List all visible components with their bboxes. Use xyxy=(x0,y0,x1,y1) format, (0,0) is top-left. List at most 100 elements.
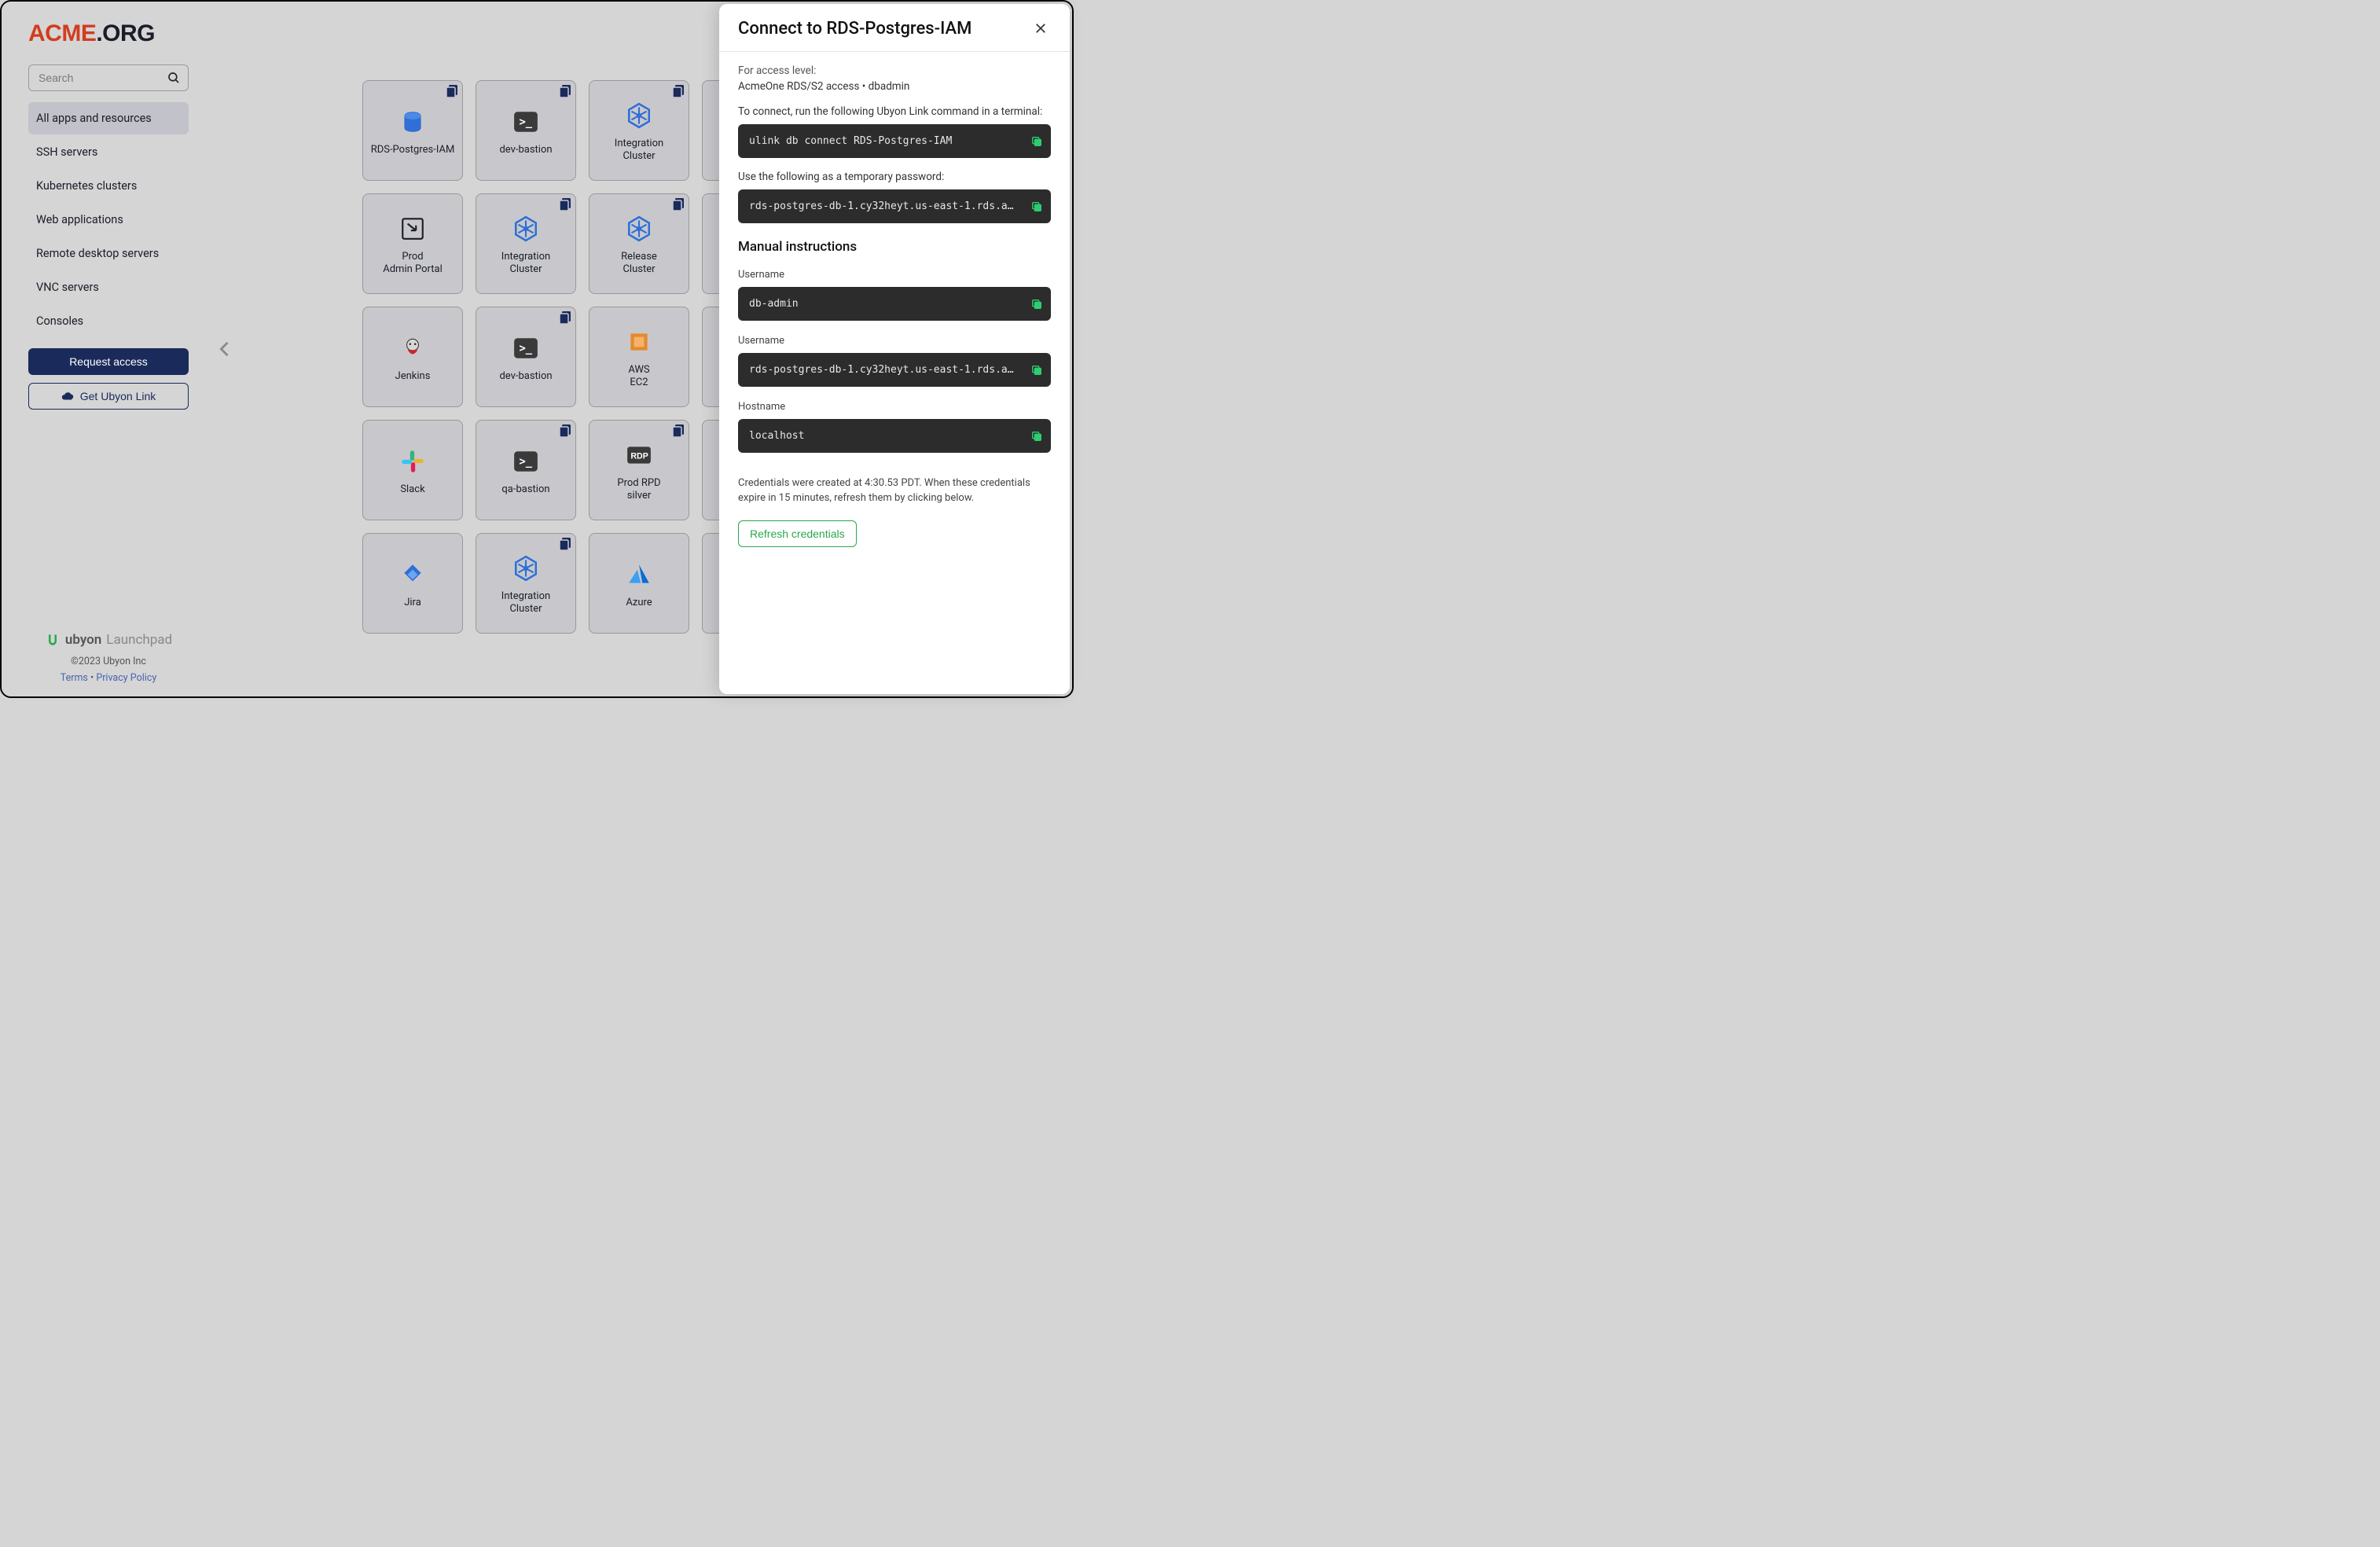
footer-links: Terms • Privacy Policy xyxy=(28,672,189,684)
tile-label: qa-bastion xyxy=(501,483,549,496)
sidebar-item[interactable]: All apps and resources xyxy=(28,102,189,134)
ubyon-sub: Launchpad xyxy=(106,632,172,648)
sidebar-item[interactable]: Kubernetes clusters xyxy=(28,170,189,202)
tile-icon xyxy=(512,551,539,586)
resource-tile[interactable]: dev-bastion xyxy=(476,307,576,407)
sidebar-item[interactable]: SSH servers xyxy=(28,136,189,168)
sidebar-nav: All apps and resourcesSSH serversKuberne… xyxy=(28,102,189,337)
tile-icon xyxy=(399,444,426,479)
manual-field-value: rds-postgres-db-1.cy32heyt.us-east-1.rds… xyxy=(749,364,1051,376)
tile-label: Azure xyxy=(626,597,652,609)
multi-copy-icon xyxy=(673,198,685,211)
copy-field-button[interactable] xyxy=(1030,298,1043,311)
tile-label: ReleaseCluster xyxy=(621,251,657,277)
multi-copy-icon xyxy=(560,311,571,325)
tile-icon xyxy=(512,105,539,139)
access-level-value: AcmeOne RDS/S2 access • dbadmin xyxy=(738,80,1051,93)
temp-password-label: Use the following as a temporary passwor… xyxy=(738,171,1051,183)
resource-tile[interactable]: IntegrationCluster xyxy=(589,80,689,181)
copy-connect-cmd-button[interactable] xyxy=(1030,135,1043,148)
search-input[interactable] xyxy=(28,64,189,91)
tile-label: ProdAdmin Portal xyxy=(383,251,443,277)
tile-label: dev-bastion xyxy=(499,144,552,156)
panel-title: Connect to RDS-Postgres-IAM xyxy=(738,19,971,39)
resource-tile[interactable]: AWSEC2 xyxy=(589,307,689,407)
connect-instructions-label: To connect, run the following Ubyon Link… xyxy=(738,105,1051,118)
temp-password-text: rds-postgres-db-1.cy32heyt.us-east-1.rds… xyxy=(749,200,1051,212)
sidebar-item[interactable]: Remote desktop servers xyxy=(28,237,189,270)
ubyon-name: ubyon xyxy=(65,632,101,648)
copy-field-button[interactable] xyxy=(1030,364,1043,377)
tile-icon xyxy=(626,211,652,246)
copyright: ©2023 Ubyon Inc xyxy=(28,656,189,667)
resource-tile[interactable]: dev-bastion xyxy=(476,80,576,181)
close-icon xyxy=(1034,21,1048,35)
access-level-label: For access level: xyxy=(738,64,1051,77)
tile-label: IntegrationCluster xyxy=(501,251,550,277)
get-ubyon-link-button[interactable]: Get Ubyon Link xyxy=(28,383,189,410)
tile-icon xyxy=(399,105,426,139)
manual-field-value-block: rds-postgres-db-1.cy32heyt.us-east-1.rds… xyxy=(738,353,1051,387)
temp-password-block: rds-postgres-db-1.cy32heyt.us-east-1.rds… xyxy=(738,189,1051,223)
brand-part1: ACME xyxy=(28,20,96,46)
manual-instructions-heading: Manual instructions xyxy=(738,239,1051,255)
resource-tile[interactable]: Azure xyxy=(589,533,689,634)
search-wrap xyxy=(28,64,189,91)
resource-tile[interactable]: IntegrationCluster xyxy=(476,533,576,634)
connect-command-text: ulink db connect RDS-Postgres-IAM xyxy=(749,135,952,147)
panel-header: Connect to RDS-Postgres-IAM xyxy=(719,4,1070,52)
search-icon[interactable] xyxy=(167,71,181,85)
manual-field-value-block: db-admin xyxy=(738,287,1051,321)
resource-tile[interactable]: ProdAdmin Portal xyxy=(362,193,463,294)
tile-label: IntegrationCluster xyxy=(501,590,550,616)
manual-field-label: Hostname xyxy=(738,401,1051,413)
multi-copy-icon xyxy=(673,85,685,98)
multi-copy-icon xyxy=(560,424,571,438)
brand-logo: ACME.ORG xyxy=(28,20,189,47)
ubyon-logo-icon xyxy=(45,632,61,648)
sidebar-item[interactable]: Consoles xyxy=(28,305,189,337)
sidebar-item[interactable]: VNC servers xyxy=(28,271,189,303)
resource-tile[interactable]: Slack xyxy=(362,420,463,520)
sidebar-footer: ubyon Launchpad ©2023 Ubyon Inc Terms • … xyxy=(28,632,189,684)
tile-icon xyxy=(626,557,652,592)
refresh-credentials-button[interactable]: Refresh credentials xyxy=(738,520,857,547)
tile-icon xyxy=(512,331,539,366)
tile-label: Slack xyxy=(400,483,424,496)
manual-field-value-block: localhost xyxy=(738,419,1051,453)
close-panel-button[interactable] xyxy=(1030,18,1051,39)
tile-label: dev-bastion xyxy=(499,370,552,383)
terms-link[interactable]: Terms xyxy=(61,672,88,684)
copy-temp-pwd-button[interactable] xyxy=(1030,200,1043,213)
copy-field-button[interactable] xyxy=(1030,430,1043,443)
request-access-button[interactable]: Request access xyxy=(28,348,189,375)
resource-tile[interactable]: Jenkins xyxy=(362,307,463,407)
panel-body: For access level: AcmeOne RDS/S2 access … xyxy=(719,52,1070,563)
tile-icon xyxy=(399,331,426,366)
manual-field-label: Username xyxy=(738,335,1051,347)
prev-page-chevron-icon[interactable] xyxy=(214,333,236,365)
resource-tile[interactable]: Jira xyxy=(362,533,463,634)
cloud-download-icon xyxy=(61,390,74,402)
tile-icon xyxy=(626,438,652,472)
multi-copy-icon xyxy=(560,198,571,211)
brand-part2: .ORG xyxy=(96,20,155,46)
tile-icon xyxy=(399,211,426,246)
sidebar-item[interactable]: Web applications xyxy=(28,204,189,236)
sidebar: ACME.ORG All apps and resourcesSSH serve… xyxy=(2,2,206,696)
tile-label: AWSEC2 xyxy=(628,364,649,390)
resource-tile[interactable]: RDS-Postgres-IAM xyxy=(362,80,463,181)
credentials-expire-note: Credentials were created at 4:30.53 PDT.… xyxy=(738,476,1051,506)
manual-field-value: localhost xyxy=(749,430,804,442)
tile-label: RDS-Postgres-IAM xyxy=(371,144,455,156)
resource-tile[interactable]: Prod RPDsilver xyxy=(589,420,689,520)
resource-tile[interactable]: ReleaseCluster xyxy=(589,193,689,294)
resource-tile[interactable]: qa-bastion xyxy=(476,420,576,520)
multi-copy-icon xyxy=(560,538,571,551)
app-root: ACME.ORG All apps and resourcesSSH serve… xyxy=(2,2,1072,696)
privacy-link[interactable]: Privacy Policy xyxy=(96,672,156,684)
multi-copy-icon xyxy=(560,85,571,98)
resource-tile[interactable]: IntegrationCluster xyxy=(476,193,576,294)
tile-icon xyxy=(512,444,539,479)
tile-label: IntegrationCluster xyxy=(615,138,663,164)
